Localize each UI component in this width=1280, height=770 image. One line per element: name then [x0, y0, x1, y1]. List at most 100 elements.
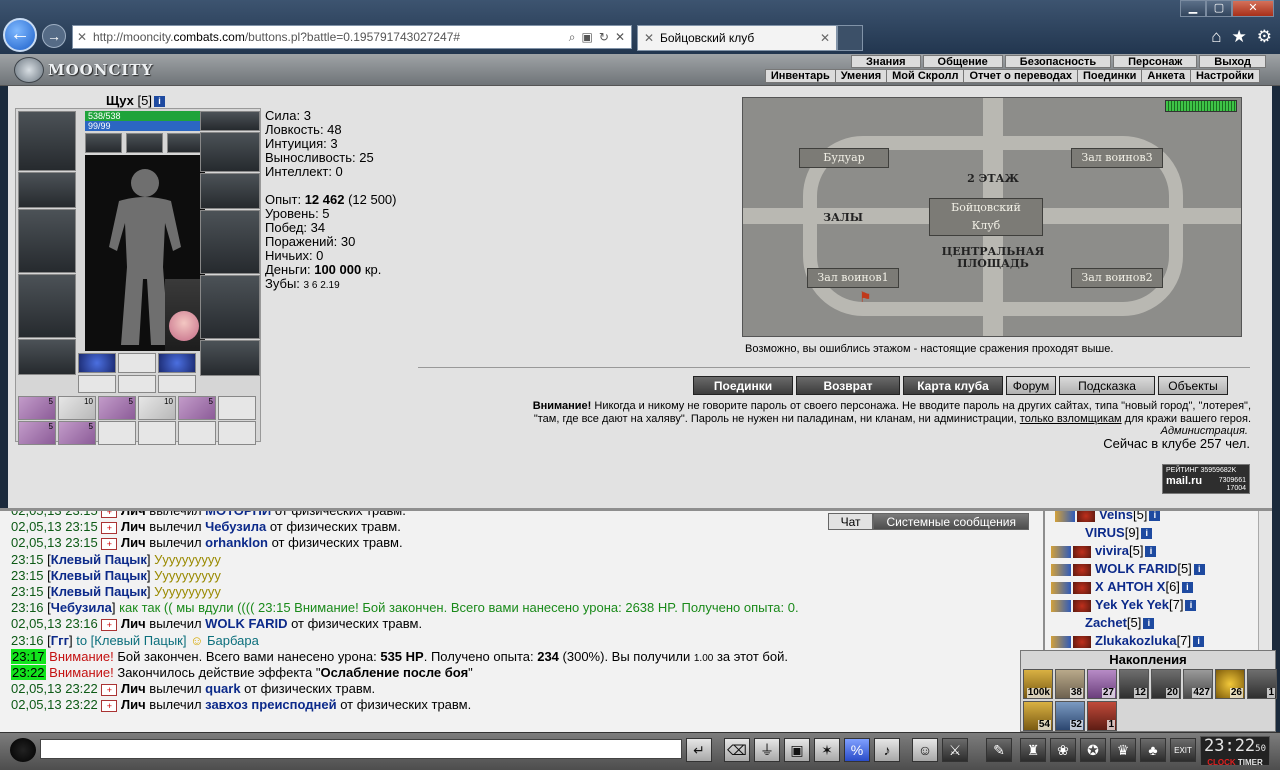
gloves-slot[interactable]	[200, 173, 260, 209]
saving-item[interactable]: 20	[1151, 669, 1181, 699]
tab-combats[interactable]: ✕ Бойцовский клуб ✕	[637, 25, 837, 51]
return-button[interactable]: Возврат	[796, 376, 900, 395]
belt-slot[interactable]	[18, 339, 76, 375]
menu-duels[interactable]: Поединки	[1078, 70, 1143, 82]
list-item[interactable]: vivira[5] i	[1051, 543, 1157, 561]
rune-slot-3[interactable]	[158, 353, 196, 373]
saving-item[interactable]: 27	[1087, 669, 1117, 699]
map-boudoir[interactable]: Будуар	[799, 148, 889, 168]
helmet-slot[interactable]	[18, 111, 76, 171]
list-item[interactable]: VIRUS[9] i	[1085, 525, 1153, 543]
hint-button[interactable]: Подсказка	[1059, 376, 1155, 395]
inventory-item[interactable]: 10	[138, 396, 176, 420]
bracers-slot[interactable]	[18, 172, 76, 208]
tab-close-icon[interactable]: ✕	[820, 31, 836, 45]
map-hall-1[interactable]: Зал воинов1	[807, 268, 899, 288]
saving-item[interactable]: 52	[1055, 701, 1085, 731]
map-halls-label[interactable]: ЗАЛЫ	[813, 211, 873, 224]
menu-inventory[interactable]: Инвентарь	[766, 70, 836, 82]
menu-skills[interactable]: Умения	[836, 70, 888, 82]
menu-settings[interactable]: Настройки	[1191, 70, 1259, 82]
menu-exit[interactable]: Выход	[1199, 55, 1266, 68]
saving-item[interactable]: 1	[1087, 701, 1117, 731]
filter-icon[interactable]: ⏚	[754, 738, 780, 762]
shield-slot[interactable]	[200, 210, 260, 274]
rune-slot-6[interactable]	[158, 375, 196, 393]
send-icon[interactable]: ↵	[686, 738, 712, 762]
menu-security[interactable]: Безопасность	[1004, 55, 1112, 68]
inventory-item[interactable]: 5	[18, 396, 56, 420]
chat-input[interactable]	[40, 739, 682, 759]
saving-item[interactable]: 12	[1119, 669, 1149, 699]
saving-item[interactable]: 38	[1055, 669, 1085, 699]
forward-button[interactable]: →	[42, 24, 66, 48]
list-item[interactable]: WOLK FARID[5] i	[1051, 561, 1205, 579]
rune-slot-5[interactable]	[118, 375, 156, 393]
menu-my-scroll[interactable]: Мой Скролл	[887, 70, 965, 82]
saving-item[interactable]: 26	[1215, 669, 1245, 699]
character-name[interactable]: Щух [5] i	[106, 93, 165, 108]
new-tab-button[interactable]	[837, 25, 863, 51]
list-item[interactable]: X АНТОН X[6] i	[1051, 579, 1193, 597]
armor-slot[interactable]	[18, 274, 76, 338]
smiles-icon[interactable]: ☺	[912, 738, 938, 762]
menu-character[interactable]: Персонаж	[1113, 55, 1198, 68]
club-map-button[interactable]: Карта клуба	[903, 376, 1003, 395]
gift-icon[interactable]: ♛	[1110, 738, 1136, 762]
inventory-empty-slot[interactable]	[98, 421, 136, 445]
sound-icon[interactable]: ♪	[874, 738, 900, 762]
bag-icon[interactable]: ♜	[1020, 738, 1046, 762]
tab-chat[interactable]: Чат	[827, 513, 874, 530]
rating-counter[interactable]: РЕЙТИНГ 35959682K mail.ru 7309661 17004	[1162, 464, 1250, 494]
list-item[interactable]: Yek Yek Yek[7] i	[1051, 597, 1197, 615]
amulet-slot-2[interactable]	[126, 133, 163, 153]
stop-icon[interactable]: ✕	[615, 30, 625, 45]
home-icon[interactable]: ⌂	[1211, 27, 1221, 47]
rune-slot-4[interactable]	[78, 375, 116, 393]
inventory-empty-slot[interactable]	[218, 421, 256, 445]
inventory-item[interactable]: 5	[98, 396, 136, 420]
map-central-square[interactable]: ЦЕНТРАЛЬНАЯ ПЛОЩАДЬ	[923, 246, 1063, 270]
exit-icon[interactable]: EXIT	[1170, 738, 1196, 762]
earring-slot[interactable]	[200, 111, 260, 131]
info-icon[interactable]: i	[153, 96, 165, 108]
saving-item[interactable]: 54	[1023, 701, 1053, 731]
eraser-icon[interactable]: ⌫	[724, 738, 750, 762]
inventory-empty-slot[interactable]	[178, 421, 216, 445]
refresh-icon[interactable]: ↻	[599, 30, 609, 45]
menu-communication[interactable]: Общение	[922, 55, 1003, 68]
rune-slot-2[interactable]	[118, 353, 156, 373]
hackers-link[interactable]: только взломщикам	[1020, 413, 1122, 425]
address-bar[interactable]: ✕ http://mooncity.combats.com/buttons.pl…	[72, 25, 632, 49]
weapon-slot[interactable]	[18, 209, 76, 273]
minimize-button[interactable]: ▁	[1180, 0, 1206, 17]
inventory-empty-slot[interactable]	[218, 396, 256, 420]
saving-item[interactable]: 100k	[1023, 669, 1053, 699]
duels-button[interactable]: Поединки	[693, 376, 793, 395]
menu-transfers[interactable]: Отчет о переводах	[964, 70, 1078, 82]
inventory-item[interactable]: 5	[178, 396, 216, 420]
friends-icon[interactable]: ♣	[1140, 738, 1166, 762]
boots-slot[interactable]	[200, 340, 260, 376]
clan-icon[interactable]: ⚔	[942, 738, 968, 762]
translit-icon[interactable]: %	[844, 738, 870, 762]
quests-icon[interactable]: ✪	[1080, 738, 1106, 762]
close-window-button[interactable]: ✕	[1232, 0, 1274, 17]
scrollbar[interactable]	[1258, 511, 1272, 650]
pets-icon[interactable]: ❀	[1050, 738, 1076, 762]
emotion-icon[interactable]: ✶	[814, 738, 840, 762]
amulet-slot-1[interactable]	[85, 133, 122, 153]
amulet-slot-3[interactable]	[167, 133, 204, 153]
compat-view-icon[interactable]: ▣	[582, 30, 593, 45]
map-hall-2[interactable]: Зал воинов2	[1071, 268, 1163, 288]
list-item[interactable]: Zachet[5] i	[1085, 615, 1155, 633]
map-fight-club[interactable]: Бойцовский Клуб	[929, 198, 1043, 236]
menu-profile[interactable]: Анкета	[1142, 70, 1191, 82]
maximize-button[interactable]: ▢	[1206, 0, 1232, 17]
menu-knowledge[interactable]: Знания	[851, 55, 921, 68]
forum-button[interactable]: Форум	[1006, 376, 1056, 395]
inventory-item[interactable]: 5	[18, 421, 56, 445]
inventory-empty-slot[interactable]	[138, 421, 176, 445]
settings-gear-icon[interactable]: ⚙	[1257, 27, 1272, 47]
pants-slot[interactable]	[200, 275, 260, 339]
